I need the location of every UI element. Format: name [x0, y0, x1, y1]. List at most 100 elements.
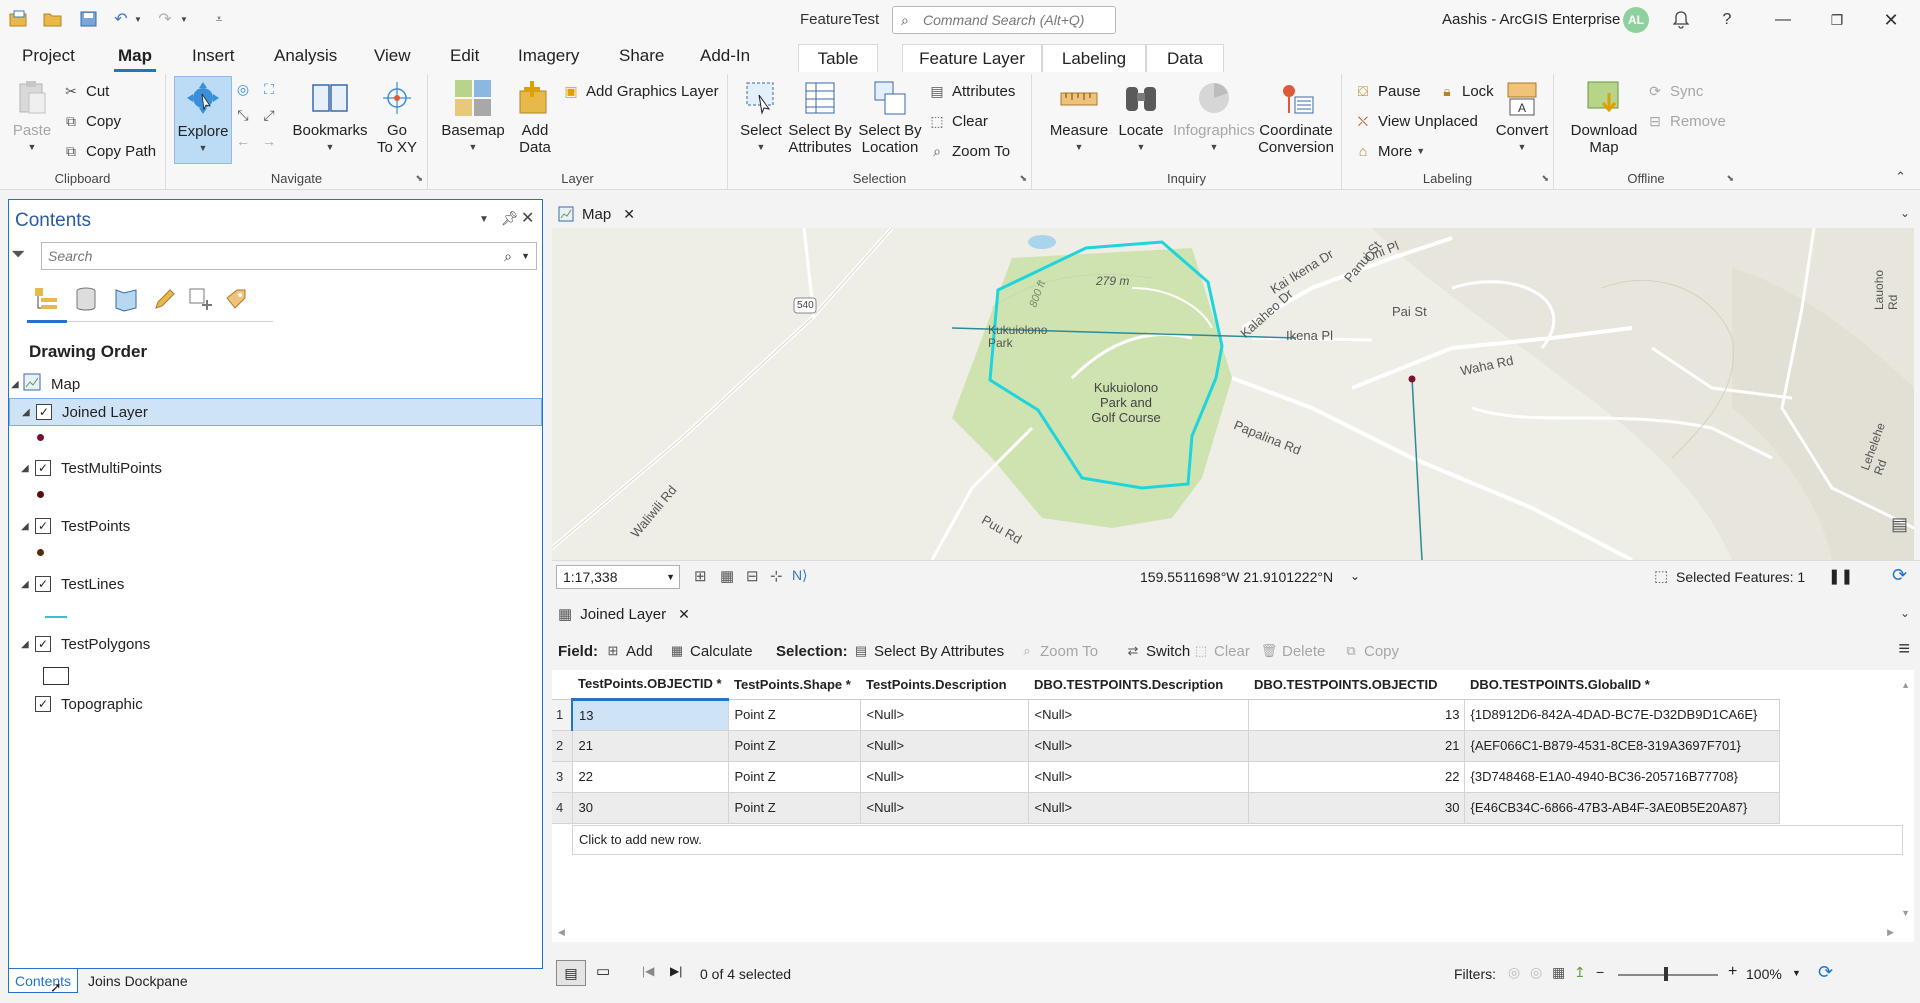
- explore-button[interactable]: Explore ▼: [174, 76, 232, 164]
- table-cell[interactable]: <Null>: [1027, 760, 1249, 793]
- select-all-corner[interactable]: [552, 670, 572, 700]
- column-header[interactable]: DBO.TESTPOINTS.Description: [1028, 670, 1248, 700]
- select-by-location-button[interactable]: Select By Location: [856, 78, 924, 156]
- tab-share[interactable]: Share: [615, 46, 668, 72]
- tab-contents[interactable]: Contents: [8, 969, 79, 993]
- close-pane-icon[interactable]: ✕: [521, 208, 534, 228]
- open-project-icon[interactable]: [42, 8, 64, 30]
- table-view-options-icon[interactable]: ⌄: [1900, 606, 1910, 620]
- layer-visibility-checkbox[interactable]: ✓: [35, 576, 51, 592]
- undo-icon[interactable]: ↶: [110, 8, 132, 30]
- tab-add-in[interactable]: Add-In: [696, 46, 754, 72]
- zoom-out-icon[interactable]: −: [1596, 964, 1604, 980]
- layer-visibility-checkbox[interactable]: ✓: [35, 696, 51, 712]
- close-tab-icon[interactable]: ✕: [623, 206, 635, 223]
- tree-item-joined-layer[interactable]: ◢ ✓ Joined Layer: [9, 398, 542, 426]
- tab-joined-layer-table[interactable]: ▦ Joined Layer ✕: [558, 600, 690, 628]
- table-cell[interactable]: {3D748468-E1A0-4940-BC36-205716B77708}: [1463, 760, 1780, 793]
- table-row[interactable]: 1 13 Point Z <Null> <Null> 13 {1D8912D6-…: [552, 698, 1780, 731]
- filter-range-icon[interactable]: ↥: [1574, 964, 1586, 981]
- coordinate-format-dropdown-icon[interactable]: ⌄: [1350, 569, 1360, 583]
- lock-labeling-button[interactable]: 🔒︎ Lock: [1438, 80, 1493, 102]
- table-cell[interactable]: <Null>: [1027, 729, 1249, 762]
- table-cell[interactable]: 13: [1247, 698, 1465, 731]
- layer-visibility-checkbox[interactable]: ✓: [36, 404, 52, 420]
- close-tab-icon[interactable]: ✕: [678, 606, 690, 623]
- attributes-button[interactable]: ▤ Attributes: [928, 80, 1015, 102]
- save-project-icon[interactable]: [78, 8, 100, 30]
- switch-selection-button[interactable]: ⇄ Switch: [1124, 640, 1191, 662]
- show-all-records-icon[interactable]: ▤: [556, 960, 586, 986]
- table-delete-button[interactable]: 🗑︎ Delete: [1260, 640, 1326, 662]
- fixed-zoom-out-button[interactable]: ⤢: [260, 104, 284, 126]
- collapse-icon[interactable]: ◢: [21, 521, 29, 532]
- column-header[interactable]: TestPoints.Description: [860, 670, 1028, 700]
- contents-search-input[interactable]: Search ⌕ ▼: [41, 242, 537, 270]
- table-cell[interactable]: <Null>: [859, 760, 1029, 793]
- tab-feature-layer[interactable]: Feature Layer: [902, 44, 1042, 72]
- tab-map[interactable]: Map: [114, 46, 156, 72]
- collapse-icon[interactable]: ◢: [21, 463, 29, 474]
- table-cell[interactable]: 21: [571, 729, 729, 762]
- collapse-icon[interactable]: ◢: [11, 379, 19, 390]
- north-arrow-icon[interactable]: N⟩: [792, 567, 808, 584]
- collapse-ribbon-icon[interactable]: ⌃: [1895, 169, 1906, 185]
- row-number[interactable]: 3: [552, 760, 573, 793]
- column-header[interactable]: DBO.TESTPOINTS.GlobalID *: [1464, 670, 1779, 700]
- undo-dropdown-icon[interactable]: ▼: [132, 8, 144, 30]
- first-record-icon[interactable]: |◀: [642, 964, 654, 978]
- table-cell[interactable]: Point Z: [727, 791, 861, 824]
- measure-button[interactable]: Measure ▼: [1044, 78, 1114, 156]
- notifications-bell-icon[interactable]: [1666, 6, 1696, 34]
- table-cell[interactable]: <Null>: [859, 729, 1029, 762]
- scale-selector[interactable]: 1:17,338 ▼: [556, 565, 680, 589]
- tab-project[interactable]: Project: [18, 46, 79, 72]
- layer-visibility-checkbox[interactable]: ✓: [35, 518, 51, 534]
- tab-edit[interactable]: Edit: [446, 46, 483, 72]
- table-cell[interactable]: {E46CB34C-6866-47B3-AB4F-3AE0B5E20A87}: [1463, 791, 1780, 824]
- coordinate-conversion-button[interactable]: Coordinate Conversion: [1248, 78, 1344, 156]
- list-by-drawing-order-icon[interactable]: [31, 284, 61, 314]
- collapse-icon[interactable]: ◢: [21, 639, 29, 650]
- tab-data[interactable]: Data: [1146, 44, 1224, 72]
- table-cell[interactable]: {1D8912D6-842A-4DAD-BC7E-D32DB9D1CA6E}: [1463, 698, 1780, 731]
- tab-labeling[interactable]: Labeling: [1042, 44, 1146, 72]
- filter-icon[interactable]: ⏷: [11, 244, 25, 265]
- fixed-zoom-in-button[interactable]: ⤡: [234, 104, 258, 126]
- filter-time-icon[interactable]: ◎: [1530, 964, 1542, 981]
- labeling-launcher-icon[interactable]: ⬊: [1541, 173, 1549, 184]
- table-cell[interactable]: Point Z: [727, 698, 861, 731]
- list-by-data-source-icon[interactable]: [71, 284, 101, 314]
- row-number[interactable]: 1: [552, 698, 573, 731]
- list-by-editing-icon[interactable]: [149, 284, 179, 314]
- last-record-icon[interactable]: ▶|: [670, 964, 682, 978]
- table-cell[interactable]: 13: [571, 698, 729, 731]
- tree-item-map[interactable]: ◢ Map: [9, 370, 542, 398]
- add-graphics-layer-button[interactable]: ▣ Add Graphics Layer: [562, 80, 718, 102]
- pause-drawing-icon[interactable]: ❚❚: [1828, 567, 1853, 585]
- redo-dropdown-icon[interactable]: ▼: [178, 8, 190, 30]
- add-field-button[interactable]: ⊞ Add: [604, 640, 653, 662]
- table-cell[interactable]: <Null>: [859, 791, 1029, 824]
- tab-map-view[interactable]: Map ✕: [558, 200, 635, 228]
- select-button[interactable]: Select ▼: [738, 78, 784, 156]
- minimize-icon[interactable]: —: [1768, 6, 1798, 34]
- calculate-field-button[interactable]: ▦ Calculate: [668, 640, 753, 662]
- table-refresh-icon[interactable]: ⟳: [1818, 962, 1833, 983]
- list-by-labeling-icon[interactable]: [221, 284, 251, 314]
- offline-launcher-icon[interactable]: ⬊: [1726, 173, 1734, 184]
- avatar[interactable]: AL: [1623, 7, 1649, 33]
- zoom-slider[interactable]: [1618, 974, 1718, 976]
- locate-button[interactable]: Locate ▼: [1114, 78, 1168, 156]
- scroll-up-icon[interactable]: ▲: [1901, 680, 1910, 690]
- tree-item-topographic[interactable]: ✓ Topographic: [9, 690, 542, 718]
- popup-list-icon[interactable]: ▤: [1891, 514, 1908, 535]
- table-cell[interactable]: 22: [1247, 760, 1465, 793]
- zoom-level[interactable]: 100%: [1746, 966, 1782, 982]
- bookmarks-button[interactable]: Bookmarks ▼: [290, 78, 370, 156]
- refresh-icon[interactable]: ⟳: [1892, 565, 1907, 586]
- table-clear-button[interactable]: ⬚ Clear: [1192, 640, 1250, 662]
- next-extent-button[interactable]: →: [260, 130, 284, 152]
- zoom-dropdown-icon[interactable]: ▼: [1792, 968, 1801, 978]
- filter-extent-icon[interactable]: ◎: [1508, 964, 1520, 981]
